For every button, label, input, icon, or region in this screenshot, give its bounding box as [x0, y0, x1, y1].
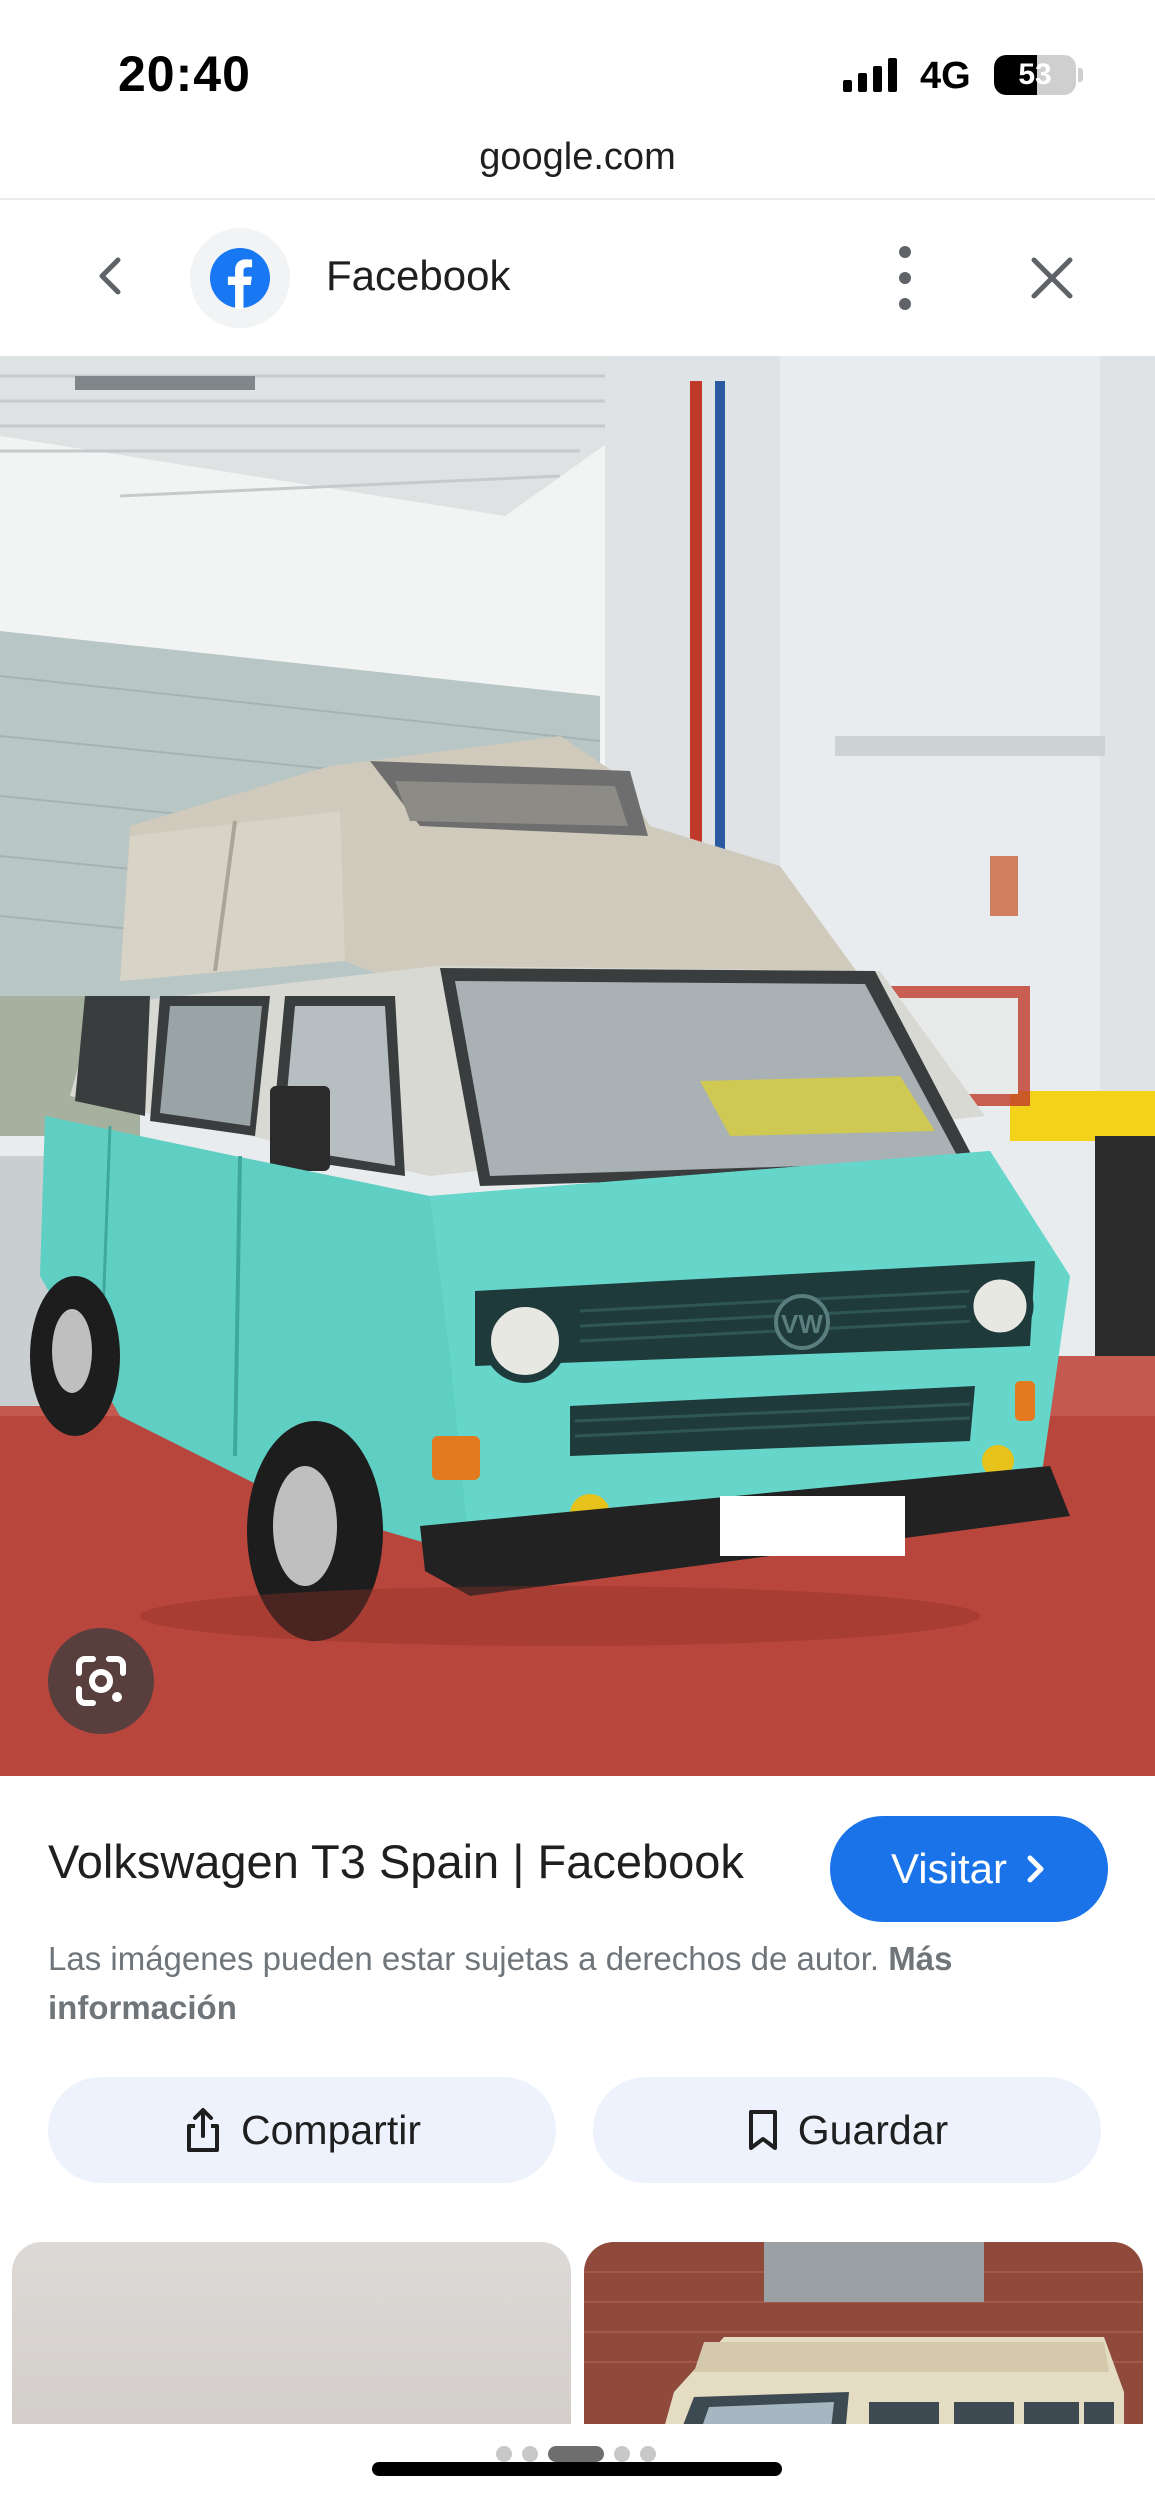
van-photo: VW [0, 356, 1155, 1776]
save-label: Guardar [797, 2106, 949, 2153]
share-icon [187, 2108, 219, 2152]
viewer-header: Facebook [0, 200, 1155, 356]
battery-tip [1078, 68, 1083, 82]
facebook-logo [190, 228, 290, 328]
result-image[interactable]: VW [0, 356, 1155, 1776]
visit-button[interactable]: Visitar [830, 1816, 1108, 1922]
chevron-left-icon[interactable] [82, 246, 142, 306]
copyright-text: Las imágenes pueden estar sujetas a dere… [48, 1940, 880, 1977]
share-button[interactable]: Compartir [48, 2077, 556, 2183]
visit-label: Visitar [891, 1845, 1007, 1892]
signal-icon [843, 58, 897, 92]
battery-icon: 53 [994, 55, 1076, 95]
bookmark-icon [748, 2110, 777, 2150]
status-time: 20:40 [118, 46, 251, 102]
url-domain[interactable]: google.com [0, 136, 1155, 179]
home-indicator[interactable] [372, 2462, 782, 2476]
more-vert-icon[interactable] [880, 240, 930, 316]
facebook-icon [210, 248, 270, 309]
chevron-right-icon [1027, 1855, 1044, 1883]
lens-search-button[interactable] [48, 1628, 154, 1734]
google-lens-icon [76, 1656, 126, 1706]
network-type: 4G [920, 55, 971, 97]
source-title[interactable]: Facebook [326, 252, 510, 300]
close-icon[interactable] [1022, 248, 1082, 308]
save-button[interactable]: Guardar [593, 2077, 1101, 2183]
battery-level: 53 [1018, 58, 1052, 91]
svg-text:VW: VW [781, 1309, 823, 1339]
page-indicator [496, 2446, 656, 2462]
copyright-notice: Las imágenes pueden estar sujetas a dere… [48, 1934, 1108, 2032]
status-bar: 20:40 4G 53 google.com [0, 0, 1155, 178]
share-label: Compartir [241, 2106, 421, 2153]
result-title[interactable]: Volkswagen T3 Spain | Facebook [48, 1834, 744, 1889]
